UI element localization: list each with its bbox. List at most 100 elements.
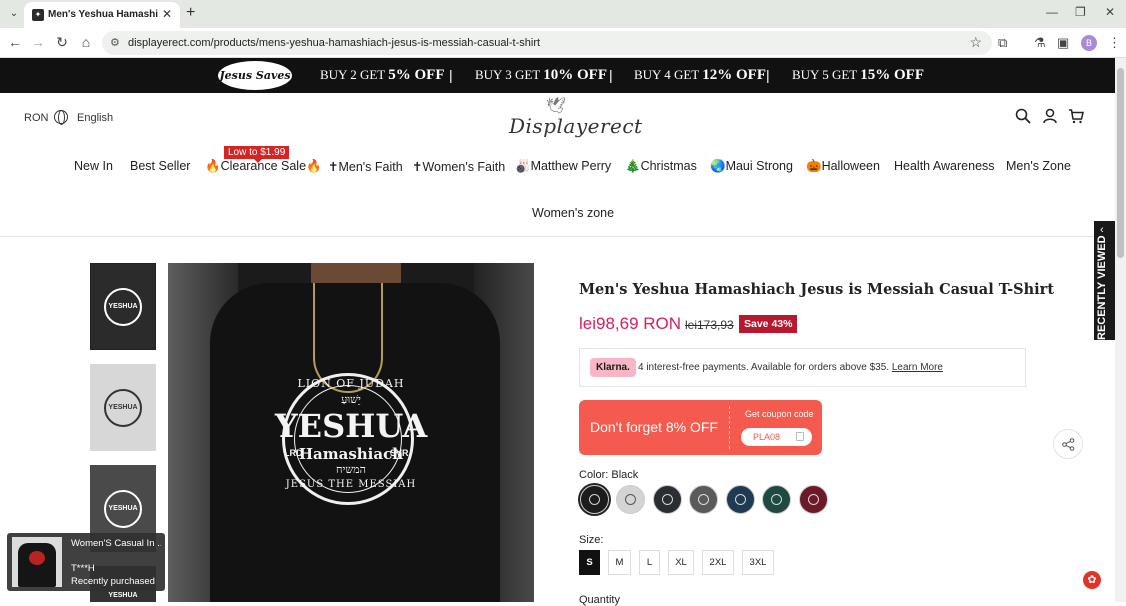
jesus-saves-logo: Jesus Saves <box>218 61 292 90</box>
address-bar[interactable]: ⚙ displayerect.com/products/mens-yeshua-… <box>102 31 992 55</box>
gallery-thumbnail[interactable]: YESHUA <box>90 263 156 350</box>
lab-icon[interactable]: ⚗ <box>1034 35 1046 51</box>
nav-womens-zone[interactable]: Women's zone <box>532 206 614 220</box>
browser-tab[interactable]: ✦ Men's Yeshua Hamashiach Jes ✕ <box>24 2 180 28</box>
nav-maui-strong[interactable]: 🌏Maui Strong <box>710 159 793 174</box>
home-icon[interactable]: ⌂ <box>77 34 95 50</box>
extensions-icon[interactable]: ⧉ <box>998 35 1007 51</box>
nav-halloween[interactable]: 🎃Halloween <box>806 159 880 174</box>
klarna-learn-more-link[interactable]: Learn More <box>892 362 943 373</box>
reload-icon[interactable]: ↻ <box>53 34 71 51</box>
back-icon[interactable]: ← <box>6 34 24 50</box>
size-s-button[interactable]: S <box>579 550 600 575</box>
tab-close-icon[interactable]: ✕ <box>162 7 172 21</box>
color-swatch-7[interactable] <box>799 485 828 514</box>
size-m-button[interactable]: M <box>608 550 631 575</box>
url-text: displayerect.com/products/mens-yeshua-ha… <box>128 37 541 49</box>
print-hamashiach: Hamashiach <box>298 445 404 463</box>
site-favicon-icon: ✦ <box>32 9 44 21</box>
site-info-icon[interactable]: ⚙ <box>110 36 120 49</box>
color-swatch-1[interactable] <box>580 485 609 514</box>
color-swatch-6[interactable] <box>762 485 791 514</box>
new-tab-icon[interactable]: + <box>186 4 195 22</box>
profile-avatar[interactable]: B <box>1081 35 1097 51</box>
color-swatch-4[interactable] <box>689 485 718 514</box>
copy-icon[interactable] <box>796 432 804 441</box>
nav-clearance-sale[interactable]: 🔥Clearance Sale🔥 <box>205 159 322 174</box>
color-swatch-2[interactable] <box>616 485 645 514</box>
print-hebrew-bottom: המשיח <box>335 463 367 476</box>
save-badge: Save 43% <box>739 315 798 333</box>
coupon-code-button[interactable]: PLA08 <box>741 428 812 446</box>
globe-icon[interactable] <box>54 110 68 125</box>
color-swatch-5[interactable] <box>726 485 755 514</box>
maximize-icon[interactable]: ❐ <box>1075 5 1086 19</box>
recently-viewed-label: RECENTLY VIEWED <box>1096 235 1108 340</box>
sidebar-icon[interactable]: ▣ <box>1057 35 1069 51</box>
header-divider <box>0 236 1115 237</box>
purchase-user: T***H <box>71 563 95 574</box>
logo-bird-icon: 🕊 <box>546 98 567 115</box>
coupon-headline: Don't forget 8% OFF <box>590 419 718 435</box>
promo-divider: | <box>449 67 453 83</box>
nav-best-seller[interactable]: Best Seller <box>130 159 190 173</box>
nav-mens-zone[interactable]: Men's Zone <box>1006 159 1071 173</box>
nav-mens-faith[interactable]: ✝Men's Faith <box>328 159 403 174</box>
tab-title: Men's Yeshua Hamashiach Jes <box>48 9 158 20</box>
bookmark-star-icon[interactable]: ☆ <box>969 34 982 51</box>
original-price: lei173,93 <box>685 318 734 332</box>
size-xl-button[interactable]: XL <box>668 550 694 575</box>
search-icon[interactable] <box>1015 108 1031 124</box>
color-label: Color: Black <box>579 469 639 481</box>
nav-new-in[interactable]: New In <box>74 159 113 173</box>
nav-matthew-perry[interactable]: 🎳Matthew Perry <box>515 159 611 174</box>
page-scrollbar[interactable] <box>1115 58 1126 602</box>
color-swatch-3[interactable] <box>653 485 682 514</box>
coupon-divider <box>729 406 730 449</box>
site-logo[interactable]: Displayerect <box>509 114 643 138</box>
product-title: Men's Yeshua Hamashiach Jesus is Messiah… <box>579 281 1055 298</box>
nav-womens-faith[interactable]: ✝Women's Faith <box>412 159 505 174</box>
size-l-button[interactable]: L <box>639 550 660 575</box>
browser-menu-icon[interactable]: ⋮ <box>1108 35 1121 51</box>
coupon-code: PLA08 <box>753 432 781 442</box>
clearance-badge: Low to $1.99 <box>224 146 290 163</box>
size-3xl-button[interactable]: 3XL <box>742 550 774 575</box>
main-product-image[interactable]: LION OF JUDAH יֵשׁוּעַ YESHUA Hamashiach… <box>168 263 534 602</box>
forward-icon[interactable]: → <box>29 34 47 50</box>
cart-icon[interactable] <box>1068 108 1084 124</box>
share-button[interactable] <box>1053 429 1083 459</box>
print-left: LRD <box>284 448 303 458</box>
promo-banner[interactable]: Jesus Saves BUY 2 GET 5% OFF | BUY 3 GET… <box>0 58 1115 93</box>
language-selector[interactable]: English <box>77 112 113 124</box>
account-icon[interactable] <box>1042 108 1058 124</box>
promo-offer-3: BUY 4 GET 12% OFF <box>634 67 767 83</box>
thumbnail-print: YESHUA <box>104 489 142 528</box>
nav-health-awareness[interactable]: Health Awareness <box>894 159 995 173</box>
promo-offer-2: BUY 3 GET 10% OFF <box>475 67 608 83</box>
gallery-thumbnail[interactable]: YESHUA <box>90 364 156 451</box>
print-bottom-text: JESUS THE MESSIAH <box>285 479 417 490</box>
promo-offer-4: BUY 5 GET 15% OFF <box>792 67 925 83</box>
thumbnail-print: YESHUA <box>108 592 138 599</box>
purchase-print <box>29 551 45 565</box>
print-hebrew-top: יֵשׁוּעַ <box>341 393 361 406</box>
scrollbar-thumb[interactable] <box>1117 68 1124 258</box>
nav-christmas[interactable]: 🎄Christmas <box>625 159 697 174</box>
currency-selector[interactable]: RON <box>24 112 48 124</box>
recent-purchase-popup[interactable]: Women'S Casual In ... T***H Recently pur… <box>7 533 165 591</box>
purchase-shirt <box>18 543 56 587</box>
klarna-box: Klarna. 4 interest-free payments. Availa… <box>579 348 1026 387</box>
purchase-product-image <box>12 537 62 587</box>
tab-search-chevron-icon[interactable]: ⌄ <box>6 6 22 22</box>
product-price: lei98,69 RON <box>579 314 682 333</box>
thumbnail-print: YESHUA <box>104 388 142 427</box>
size-label: Size: <box>579 534 604 546</box>
size-2xl-button[interactable]: 2XL <box>702 550 734 575</box>
minimize-icon[interactable]: — <box>1046 5 1058 19</box>
promo-offer-1: BUY 2 GET 5% OFF <box>320 67 445 83</box>
support-chat-icon[interactable]: ✿ <box>1083 571 1101 589</box>
coupon-banner: Don't forget 8% OFF Get coupon code PLA0… <box>579 400 822 455</box>
purchase-status: Recently purchased <box>71 576 155 587</box>
window-close-icon[interactable]: ✕ <box>1105 5 1115 19</box>
